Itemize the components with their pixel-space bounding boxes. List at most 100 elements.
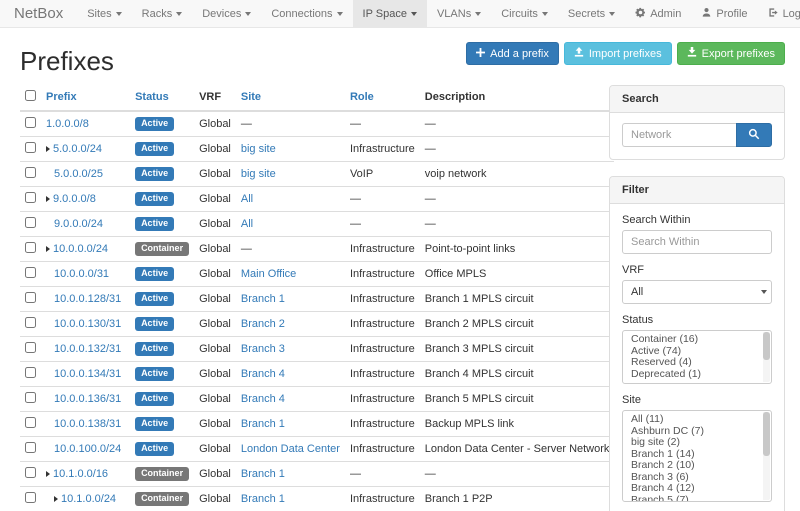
prefix-link[interactable]: 10.0.0.134/31 [54, 368, 121, 380]
prefix-link[interactable]: 10.0.0.128/31 [54, 293, 121, 305]
export-prefixes-button[interactable]: Export prefixes [677, 42, 785, 65]
row-checkbox[interactable] [25, 267, 36, 278]
chevron-down-icon [609, 12, 615, 16]
prefix-link[interactable]: 5.0.0.0/24 [53, 143, 102, 155]
listbox-option[interactable]: Branch 4 (12) [623, 483, 771, 495]
prefix-link[interactable]: 5.0.0.0/25 [54, 168, 103, 180]
page-header: Prefixes Add a prefix Import prefixes Ex… [20, 34, 785, 77]
scrollbar-thumb[interactable] [763, 332, 770, 360]
prefix-link[interactable]: 10.0.0.0/31 [54, 268, 109, 280]
site-link[interactable]: Branch 1 [241, 293, 285, 305]
listbox-option[interactable]: Deprecated (1) [623, 369, 771, 381]
status-listbox[interactable]: Container (16)Active (74)Reserved (4)Dep… [622, 330, 772, 384]
site-link[interactable]: Branch 4 [241, 393, 285, 405]
nav-item-label: Devices [202, 8, 241, 20]
row-checkbox[interactable] [25, 392, 36, 403]
select-all-checkbox[interactable] [25, 90, 36, 101]
site-link[interactable]: Branch 1 [241, 418, 285, 430]
search-input[interactable] [622, 123, 736, 147]
prefix-link[interactable]: 10.1.0.0/16 [53, 468, 108, 480]
nav-item-label: VLANs [437, 8, 471, 20]
nav-item-devices[interactable]: Devices [192, 0, 261, 27]
search-within-input[interactable] [622, 230, 772, 254]
nav-item-vlans[interactable]: VLANs [427, 0, 491, 27]
nav-item-profile[interactable]: Profile [691, 0, 757, 27]
sort-role-link[interactable]: Role [350, 91, 374, 103]
vrf-cell: Global [194, 212, 236, 237]
site-link[interactable]: All [241, 218, 253, 230]
sort-site-link[interactable]: Site [241, 91, 261, 103]
search-submit-button[interactable] [736, 123, 772, 147]
sort-status-link[interactable]: Status [135, 91, 169, 103]
site-link[interactable]: All [241, 193, 253, 205]
row-checkbox[interactable] [25, 117, 36, 128]
chevron-down-icon [411, 12, 417, 16]
site-link[interactable]: Branch 2 [241, 318, 285, 330]
nav-item-connections[interactable]: Connections [261, 0, 352, 27]
site-link[interactable]: Main Office [241, 268, 296, 280]
plus-icon [476, 48, 485, 60]
site-link[interactable]: London Data Center [241, 443, 340, 455]
listbox-option[interactable]: All (11) [623, 414, 771, 426]
nav-item-secrets[interactable]: Secrets [558, 0, 625, 27]
row-checkbox[interactable] [25, 242, 36, 253]
row-checkbox[interactable] [25, 417, 36, 428]
row-checkbox[interactable] [25, 342, 36, 353]
import-prefixes-button[interactable]: Import prefixes [564, 42, 672, 65]
prefix-link[interactable]: 10.0.0.138/31 [54, 418, 121, 430]
nav-item-ip-space[interactable]: IP Space [353, 0, 427, 27]
prefix-link[interactable]: 9.0.0.0/8 [53, 193, 96, 205]
row-checkbox[interactable] [25, 367, 36, 378]
row-checkbox[interactable] [25, 142, 36, 153]
prefix-link[interactable]: 10.0.0.0/24 [53, 243, 108, 255]
nav-item-sites[interactable]: Sites [77, 0, 131, 27]
status-listbox-scrollbar[interactable] [763, 332, 770, 382]
row-checkbox[interactable] [25, 217, 36, 228]
prefix-link[interactable]: 10.1.0.0/24 [61, 493, 116, 505]
prefix-link[interactable]: 9.0.0.0/24 [54, 218, 103, 230]
row-checkbox[interactable] [25, 442, 36, 453]
site-link[interactable]: Branch 1 [241, 493, 285, 505]
prefix-link[interactable]: 10.0.0.136/31 [54, 393, 121, 405]
row-checkbox[interactable] [25, 167, 36, 178]
site-link[interactable]: Branch 1 [241, 468, 285, 480]
site-link[interactable]: Branch 3 [241, 343, 285, 355]
nav-item-label: IP Space [363, 8, 407, 20]
nav-item-admin[interactable]: Admin [625, 0, 691, 27]
row-checkbox[interactable] [25, 317, 36, 328]
row-checkbox[interactable] [25, 192, 36, 203]
netbox-brand[interactable]: NetBox [0, 0, 77, 27]
nav-item-label: Log out [783, 8, 800, 20]
sort-prefix-link[interactable]: Prefix [46, 91, 77, 103]
site-listbox[interactable]: All (11)Ashburn DC (7)big site (2)Branch… [622, 410, 772, 502]
prefix-link[interactable]: 1.0.0.0/8 [46, 118, 89, 130]
site-link[interactable]: Branch 4 [241, 368, 285, 380]
vrf-select[interactable]: All [622, 280, 772, 304]
column-header-role: Role [345, 85, 420, 111]
role-cell: Infrastructure [345, 362, 420, 387]
description-cell: Branch 5 MPLS circuit [420, 387, 615, 412]
site-listbox-scrollbar[interactable] [763, 412, 770, 500]
row-checkbox[interactable] [25, 292, 36, 303]
listbox-option[interactable]: Container (16) [623, 334, 771, 346]
prefix-link[interactable]: 10.0.0.132/31 [54, 343, 121, 355]
filter-panel-title: Filter [610, 177, 784, 204]
site-link[interactable]: big site [241, 168, 276, 180]
scrollbar-thumb[interactable] [763, 412, 770, 456]
listbox-option[interactable]: Branch 5 (7) [623, 495, 771, 503]
add-prefix-button[interactable]: Add a prefix [466, 42, 559, 65]
row-checkbox[interactable] [25, 467, 36, 478]
listbox-option[interactable]: Reserved (4) [623, 357, 771, 369]
row-checkbox[interactable] [25, 492, 36, 503]
listbox-option[interactable]: Branch 2 (10) [623, 460, 771, 472]
prefix-link[interactable]: 10.0.100.0/24 [54, 443, 121, 455]
description-cell: Branch 4 MPLS circuit [420, 362, 615, 387]
listbox-status-options: Container (16)Active (74)Reserved (4)Dep… [623, 334, 771, 380]
nav-item-circuits[interactable]: Circuits [491, 0, 558, 27]
listbox-option[interactable]: big site (2) [623, 437, 771, 449]
nav-item-racks[interactable]: Racks [132, 0, 193, 27]
status-badge: Active [135, 442, 174, 456]
prefix-link[interactable]: 10.0.0.130/31 [54, 318, 121, 330]
nav-item-logout[interactable]: Log out [758, 0, 800, 27]
site-link[interactable]: big site [241, 143, 276, 155]
